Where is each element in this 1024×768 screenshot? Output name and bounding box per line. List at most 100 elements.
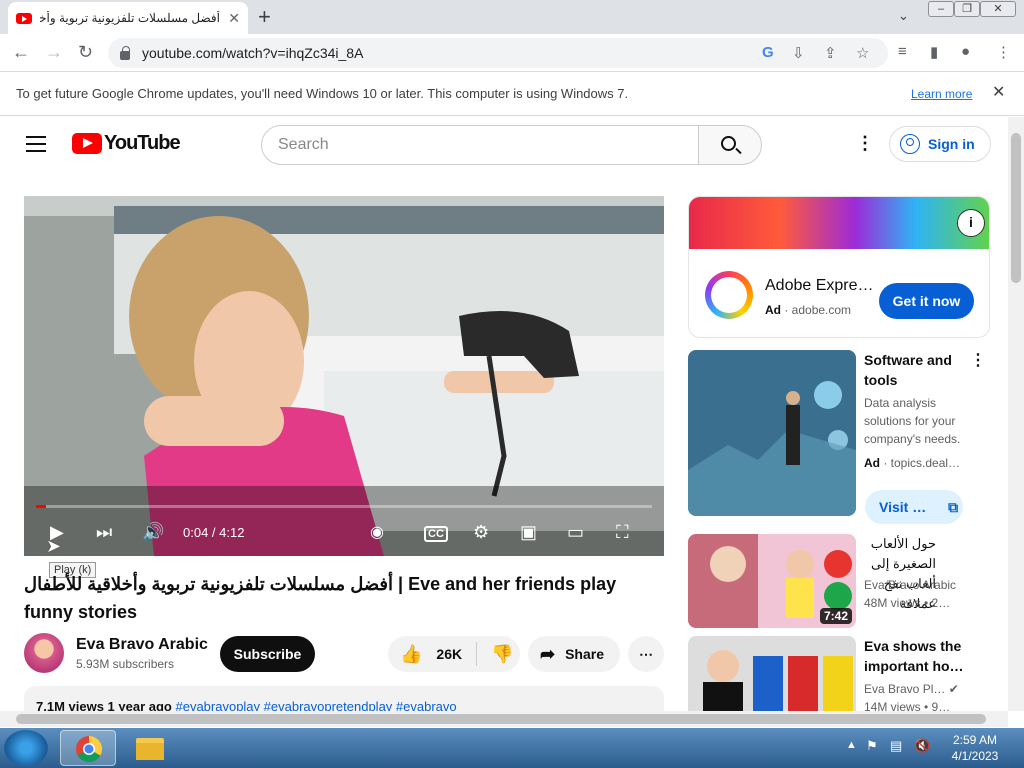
network-icon[interactable]: ▤ xyxy=(890,738,902,754)
learn-more-link[interactable]: Learn more xyxy=(911,87,972,101)
vertical-scroll-thumb[interactable] xyxy=(1011,133,1021,283)
window-restore-button[interactable]: ❐ xyxy=(954,1,980,17)
rec-channel[interactable]: Eva Bravo Arabic xyxy=(864,576,956,594)
tab-search-chevron-icon[interactable]: ⌄ xyxy=(898,8,909,24)
youtube-favicon-icon xyxy=(16,12,32,24)
more-horizontal-icon: ⋯ xyxy=(639,645,653,662)
reload-icon[interactable]: ↻ xyxy=(78,42,93,63)
sidebar-ad-item[interactable]: Software and tools ⋮ Data analysis solut… xyxy=(688,350,1008,526)
adobe-express-logo-icon xyxy=(705,271,753,319)
windows-taskbar: ▲ ⚑ ▤ 🔇 2:59 AM 4/1/2023 xyxy=(0,728,1024,768)
bookmark-star-icon[interactable]: ☆ xyxy=(856,44,869,62)
share-page-icon[interactable]: ⇪ xyxy=(824,44,837,62)
time-display: 0:04 / 4:12 xyxy=(183,525,245,540)
browser-tab[interactable]: أفضل مسلسلات تلفزيونية تربوية وأخلاقية ل… xyxy=(8,2,248,34)
ad-title[interactable]: Adobe Expre… xyxy=(765,277,875,295)
next-icon[interactable]: ⏭ xyxy=(96,522,112,543)
lock-icon[interactable] xyxy=(120,45,130,60)
share-label: Share xyxy=(565,646,605,662)
vertical-scrollbar[interactable] xyxy=(1008,117,1024,711)
window-minimize-button[interactable]: – xyxy=(928,1,954,17)
settings-gear-icon[interactable]: ⚙ xyxy=(473,522,489,543)
system-clock[interactable]: 2:59 AM 4/1/2023 xyxy=(940,732,1010,764)
clock-time: 2:59 AM xyxy=(952,733,998,747)
profile-icon[interactable]: ● xyxy=(961,43,970,60)
visit-site-button[interactable]: Visit … ⧉ xyxy=(865,490,963,524)
rec-thumbnail[interactable] xyxy=(688,350,856,516)
like-divider xyxy=(476,642,478,666)
new-tab-button[interactable]: + xyxy=(258,4,271,30)
rec-title[interactable]: Software and tools xyxy=(864,350,974,390)
search-input[interactable]: Search xyxy=(261,125,699,165)
address-bar[interactable]: youtube.com/watch?v=ihqZc34i_8A G ⇩ ⇪ ☆ xyxy=(108,38,888,68)
channel-avatar[interactable] xyxy=(24,633,64,673)
subscribe-button[interactable]: Subscribe xyxy=(220,636,315,672)
video-title: أفضل مسلسلات تلفزيونية تربوية وأخلاقية ل… xyxy=(24,574,617,622)
browser-tab-strip: أفضل مسلسلات تلفزيونية تربوية وأخلاقية ل… xyxy=(0,0,1024,34)
ad-domain: adobe.com xyxy=(791,303,852,317)
volume-icon[interactable]: 🔊 xyxy=(142,522,164,543)
rec-thumbnail[interactable] xyxy=(688,636,856,711)
theater-mode-icon[interactable]: ▭ xyxy=(567,522,584,543)
channel-name[interactable]: Eva Bravo Arabic xyxy=(76,636,208,654)
tab-title: أفضل مسلسلات تلفزيونية تربوية وأخلاقية ل xyxy=(40,11,220,25)
rec-ad-badge: Ad xyxy=(864,456,880,470)
youtube-wordmark: YouTube xyxy=(104,132,181,154)
horizontal-scrollbar[interactable] xyxy=(0,711,1008,727)
more-actions-button[interactable]: ⋯ xyxy=(628,636,664,672)
sign-in-button[interactable]: Sign in xyxy=(889,126,991,162)
update-infobar: To get future Google Chrome updates, you… xyxy=(0,72,1024,116)
tray-expand-icon[interactable]: ▲ xyxy=(846,739,857,751)
fullscreen-icon[interactable]: ⛶ xyxy=(616,522,629,543)
volume-muted-icon[interactable]: 🔇 xyxy=(914,738,930,754)
infobar-message: To get future Google Chrome updates, you… xyxy=(16,86,629,101)
browser-menu-icon[interactable]: ⋮ xyxy=(996,43,1011,61)
rec-menu-icon[interactable]: ⋮ xyxy=(970,350,986,370)
like-dislike-group: 👍 26K 👎 xyxy=(388,636,520,672)
folder-icon xyxy=(136,738,164,760)
chrome-taskbar-button[interactable] xyxy=(60,730,116,766)
horizontal-scroll-thumb[interactable] xyxy=(16,714,986,724)
rec-thumbnail-image xyxy=(688,350,856,516)
google-lens-icon[interactable]: G xyxy=(762,44,774,61)
account-circle-icon xyxy=(900,134,920,154)
miniplayer-icon[interactable]: ▣ xyxy=(520,522,537,543)
like-count[interactable]: 26K xyxy=(436,646,462,662)
rec-channel[interactable]: Eva Bravo Pl… ✔ xyxy=(864,680,959,698)
sign-in-label: Sign in xyxy=(928,136,975,152)
progress-bar[interactable] xyxy=(36,505,652,508)
start-button[interactable] xyxy=(4,730,48,766)
rec-thumbnail[interactable]: 7:42 xyxy=(688,534,856,628)
explorer-taskbar-button[interactable] xyxy=(122,730,178,766)
side-panel-icon[interactable]: ▮ xyxy=(930,43,938,61)
visit-label: Visit … xyxy=(879,499,927,515)
clock-date: 4/1/2023 xyxy=(951,749,999,763)
settings-kebab-icon[interactable]: ⋮ xyxy=(856,133,874,154)
forward-arrow-icon[interactable]: → xyxy=(45,42,63,63)
guide-menu-icon[interactable] xyxy=(26,136,46,152)
window-close-button[interactable]: ✕ xyxy=(980,1,1016,17)
rec-video-item[interactable]: 7:42 حول الألعاب الصغيرة إلى ألعاب نفخ ع… xyxy=(688,534,1008,628)
rec-title[interactable]: Eva shows the important ho… xyxy=(864,636,974,676)
action-center-icon[interactable]: ⚑ xyxy=(866,738,878,754)
autoplay-toggle[interactable]: ◉ xyxy=(370,522,384,542)
url-text[interactable]: youtube.com/watch?v=ihqZc34i_8A xyxy=(142,45,363,61)
infobar-close-icon[interactable]: ✕ xyxy=(992,82,1005,102)
ad-card[interactable]: i Adobe Expre… Ad · adobe.com Get it now xyxy=(688,196,990,338)
rec-video-item[interactable]: Eva shows the important ho… Eva Bravo Pl… xyxy=(688,636,1008,711)
subtitles-cc-icon[interactable]: CC xyxy=(424,526,448,542)
search-button[interactable] xyxy=(698,125,762,165)
rec-domain: topics.deal… xyxy=(890,456,961,470)
media-control-icon[interactable]: ≡ xyxy=(898,43,907,60)
ad-info-icon[interactable]: i xyxy=(957,209,985,237)
youtube-logo[interactable]: YouTube xyxy=(72,132,181,155)
thumbs-down-icon[interactable]: 👎 xyxy=(491,644,513,665)
tab-close-icon[interactable]: ✕ xyxy=(228,10,240,27)
thumbs-up-icon[interactable]: 👍 xyxy=(400,644,422,665)
share-button[interactable]: ➦ Share xyxy=(528,636,620,672)
video-player[interactable]: ▶ ⏭ 🔊 0:04 / 4:12 ◉ CC ⚙ ▣ ▭ ⛶ xyxy=(24,196,664,556)
subscriber-count: 5.93M subscribers xyxy=(76,657,175,671)
get-it-now-button[interactable]: Get it now xyxy=(879,283,974,319)
install-app-icon[interactable]: ⇩ xyxy=(792,44,805,62)
back-arrow-icon[interactable]: ← xyxy=(12,42,30,63)
